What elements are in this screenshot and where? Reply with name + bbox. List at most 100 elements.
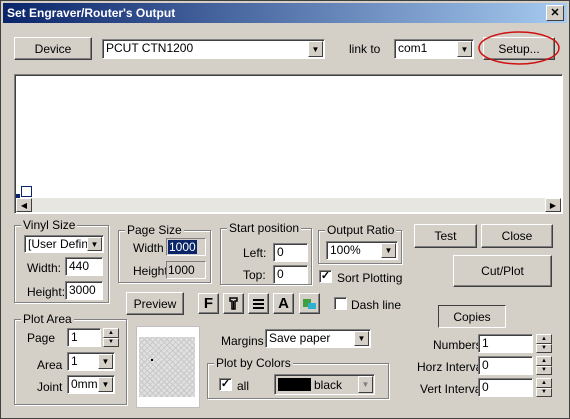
color-select[interactable]: black ▼ (274, 374, 375, 395)
align-lines-icon (253, 299, 264, 309)
scroll-right-icon[interactable]: ▶ (545, 198, 561, 212)
vinyl-width-value: 440 (69, 259, 90, 273)
close-icon: ✕ (550, 7, 560, 19)
dash-line-label: Dash line (351, 298, 402, 312)
color-swatch (278, 378, 311, 391)
margins-select[interactable]: Save paper ▼ (265, 329, 371, 348)
horz-interval-spinner[interactable]: ▲ ▼ (536, 356, 552, 375)
plot-page-input[interactable]: 1 (67, 328, 101, 347)
page-width-value: 1000 (168, 240, 197, 254)
thumbnail-dot (151, 359, 153, 361)
spin-up-icon[interactable]: ▲ (536, 378, 552, 388)
plot-area-select[interactable]: 1 ▼ (67, 352, 115, 371)
spin-up-icon[interactable]: ▲ (536, 356, 552, 366)
spin-up-icon[interactable]: ▲ (536, 334, 552, 344)
chevron-down-icon[interactable]: ▼ (381, 243, 396, 258)
test-button-label: Test (434, 229, 457, 243)
plot-area-label: Area (37, 358, 63, 372)
copies-numbers-spinner[interactable]: ▲ ▼ (536, 334, 552, 353)
weld-icon (229, 297, 238, 310)
align-tool-button[interactable] (248, 293, 269, 314)
start-left-input[interactable]: 0 (273, 243, 308, 262)
window-title: Set Engraver/Router's Output (7, 6, 176, 20)
output-canvas[interactable]: ◀ ▶ (14, 74, 563, 214)
weld-tool-button[interactable] (223, 293, 244, 314)
start-position-title: Start position (227, 221, 302, 235)
chevron-down-icon[interactable]: ▼ (358, 376, 373, 393)
chevron-down-icon[interactable]: ▼ (98, 354, 113, 369)
start-left-label: Left: (243, 246, 267, 260)
color-tool-button[interactable] (299, 293, 320, 314)
vinyl-type-select[interactable]: [User Define ▼ (24, 235, 104, 253)
font-tool-button[interactable]: F (198, 293, 219, 314)
page-width-label: Width (133, 241, 164, 255)
device-button[interactable]: Device (14, 37, 92, 60)
spin-down-icon[interactable]: ▼ (536, 343, 552, 353)
sort-plotting-checkbox[interactable]: ✓ (319, 270, 332, 283)
copies-numbers-input[interactable]: 1 (478, 334, 533, 353)
cut-plot-button[interactable]: Cut/Plot (453, 255, 552, 287)
chevron-down-icon[interactable]: ▼ (87, 237, 102, 251)
title-bar[interactable]: Set Engraver/Router's Output ✕ (3, 3, 567, 23)
test-button[interactable]: Test (414, 224, 477, 248)
spin-down-icon[interactable]: ▼ (536, 387, 552, 397)
text-icon: A (278, 295, 289, 312)
dash-line-checkbox[interactable] (334, 297, 347, 310)
text-tool-button[interactable]: A (273, 293, 294, 314)
all-colors-checkbox[interactable]: ✓ (219, 378, 232, 391)
device-select[interactable]: PCUT CTN1200 ▼ (102, 39, 325, 59)
spin-down-icon[interactable]: ▼ (103, 337, 119, 347)
start-top-input[interactable]: 0 (273, 265, 308, 284)
page-height-label: Height (133, 264, 168, 278)
spin-down-icon[interactable]: ▼ (536, 365, 552, 375)
horz-interval-input[interactable]: 0 (478, 356, 533, 375)
link-to-label: link to (349, 42, 381, 56)
copies-numbers-label: Numbers (433, 338, 482, 352)
chevron-down-icon[interactable]: ▼ (354, 331, 369, 346)
copies-button[interactable]: Copies (438, 305, 506, 328)
horizontal-scrollbar[interactable]: ◀ ▶ (16, 198, 561, 212)
vert-interval-value: 0 (482, 380, 489, 394)
plot-joint-label: Joint (37, 380, 63, 394)
page-height-field: 1000 (166, 261, 206, 279)
plot-by-colors-title: Plot by Colors (214, 356, 293, 370)
chevron-down-icon[interactable]: ▼ (98, 377, 113, 392)
page-size-title: Page Size (125, 223, 184, 237)
checkmark-icon: ✓ (320, 270, 331, 282)
margins-value: Save paper (269, 331, 331, 345)
plot-area-title: Plot Area (21, 312, 74, 326)
spin-up-icon[interactable]: ▲ (103, 328, 119, 338)
plot-page-label: Page (27, 331, 56, 345)
close-window-button[interactable]: ✕ (546, 5, 564, 21)
copies-numbers-value: 1 (482, 336, 489, 350)
vert-interval-label: Vert Interval (420, 382, 485, 396)
port-select-value: com1 (398, 41, 428, 55)
page-width-field: 1000 (166, 238, 206, 256)
vinyl-width-input[interactable]: 440 (65, 257, 103, 276)
chevron-down-icon[interactable]: ▼ (308, 41, 323, 57)
checkmark-icon: ✓ (220, 378, 231, 390)
vinyl-height-input[interactable]: 3000 (65, 281, 103, 300)
vert-interval-input[interactable]: 0 (478, 378, 533, 397)
close-button-label: Close (501, 229, 533, 243)
vinyl-height-value: 3000 (69, 283, 96, 297)
start-left-value: 0 (277, 245, 284, 259)
chevron-down-icon[interactable]: ▼ (457, 41, 472, 57)
preview-button-label: Preview (133, 296, 177, 311)
vinyl-height-label: Height: (27, 285, 66, 299)
all-colors-label: all (237, 379, 250, 393)
port-select[interactable]: com1 ▼ (394, 39, 474, 59)
plot-joint-select[interactable]: 0mm ▼ (67, 375, 115, 394)
close-button[interactable]: Close (481, 224, 553, 248)
thumbnail-hatch (139, 337, 195, 397)
vert-interval-spinner[interactable]: ▲ ▼ (536, 378, 552, 397)
device-button-label: Device (34, 41, 72, 56)
cut-plot-button-label: Cut/Plot (481, 264, 524, 278)
output-ratio-select[interactable]: 100% ▼ (326, 241, 398, 260)
highlight-circle (478, 31, 560, 65)
scroll-left-icon[interactable]: ◀ (16, 198, 32, 212)
preview-button[interactable]: Preview (126, 292, 184, 315)
font-icon: F (203, 295, 214, 312)
dialog-window: Set Engraver/Router's Output ✕ Device PC… (0, 0, 570, 419)
plot-page-spinner[interactable]: ▲ ▼ (103, 328, 119, 347)
